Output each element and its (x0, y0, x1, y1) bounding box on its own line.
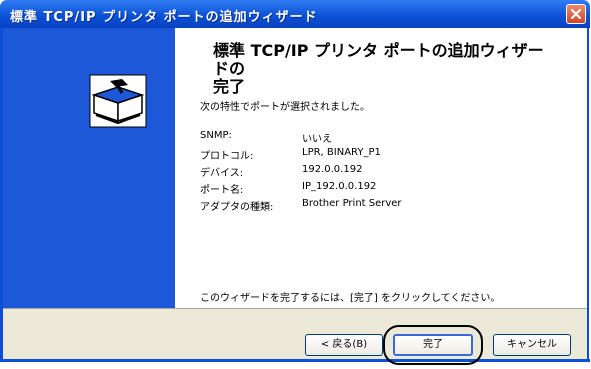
wizard-sidebar (3, 28, 175, 308)
property-label: デバイス: (200, 168, 244, 179)
close-icon (570, 8, 582, 20)
property-label: SNMP: (200, 130, 232, 141)
wizard-window: 標準 TCP/IP プリンタ ポートの追加ウィザード 標準 TCP/IP プリン… (0, 0, 590, 362)
property-value: LPR, BINARY_P1 (302, 147, 381, 158)
finish-instruction: このウィザードを完了するには、[完了] をクリックしてください。 (200, 293, 501, 304)
property-value: いいえ (302, 134, 332, 145)
page-title-line2: 完了 (213, 77, 246, 96)
finish-button-highlight (383, 325, 483, 365)
property-value: IP_192.0.0.192 (302, 181, 377, 192)
page-title-line1: 標準 TCP/IP プリンタ ポートの追加ウィザードの (213, 41, 544, 78)
page-title: 標準 TCP/IP プリンタ ポートの追加ウィザードの 完了 (213, 42, 553, 96)
wizard-content: 標準 TCP/IP プリンタ ポートの追加ウィザードの 完了 次の特性でポートが… (175, 28, 587, 308)
property-value: Brother Print Server (302, 198, 402, 209)
close-button[interactable] (566, 4, 586, 24)
printer-wizard-icon (89, 74, 147, 128)
button-bar: < 戻る(B) 完了 キャンセル (3, 308, 587, 359)
title-bar[interactable]: 標準 TCP/IP プリンタ ポートの追加ウィザード (0, 0, 590, 28)
back-button[interactable]: < 戻る(B) (305, 334, 383, 356)
cancel-button[interactable]: キャンセル (493, 334, 571, 356)
property-label: ポート名: (200, 185, 244, 196)
window-title: 標準 TCP/IP プリンタ ポートの追加ウィザード (10, 10, 318, 25)
property-value: 192.0.0.192 (302, 164, 363, 175)
property-label: プロトコル: (200, 151, 254, 162)
window-frame-bottom (0, 359, 590, 362)
page-subtitle: 次の特性でポートが選択されました。 (200, 102, 370, 113)
property-label: アダプタの種類: (200, 202, 274, 213)
